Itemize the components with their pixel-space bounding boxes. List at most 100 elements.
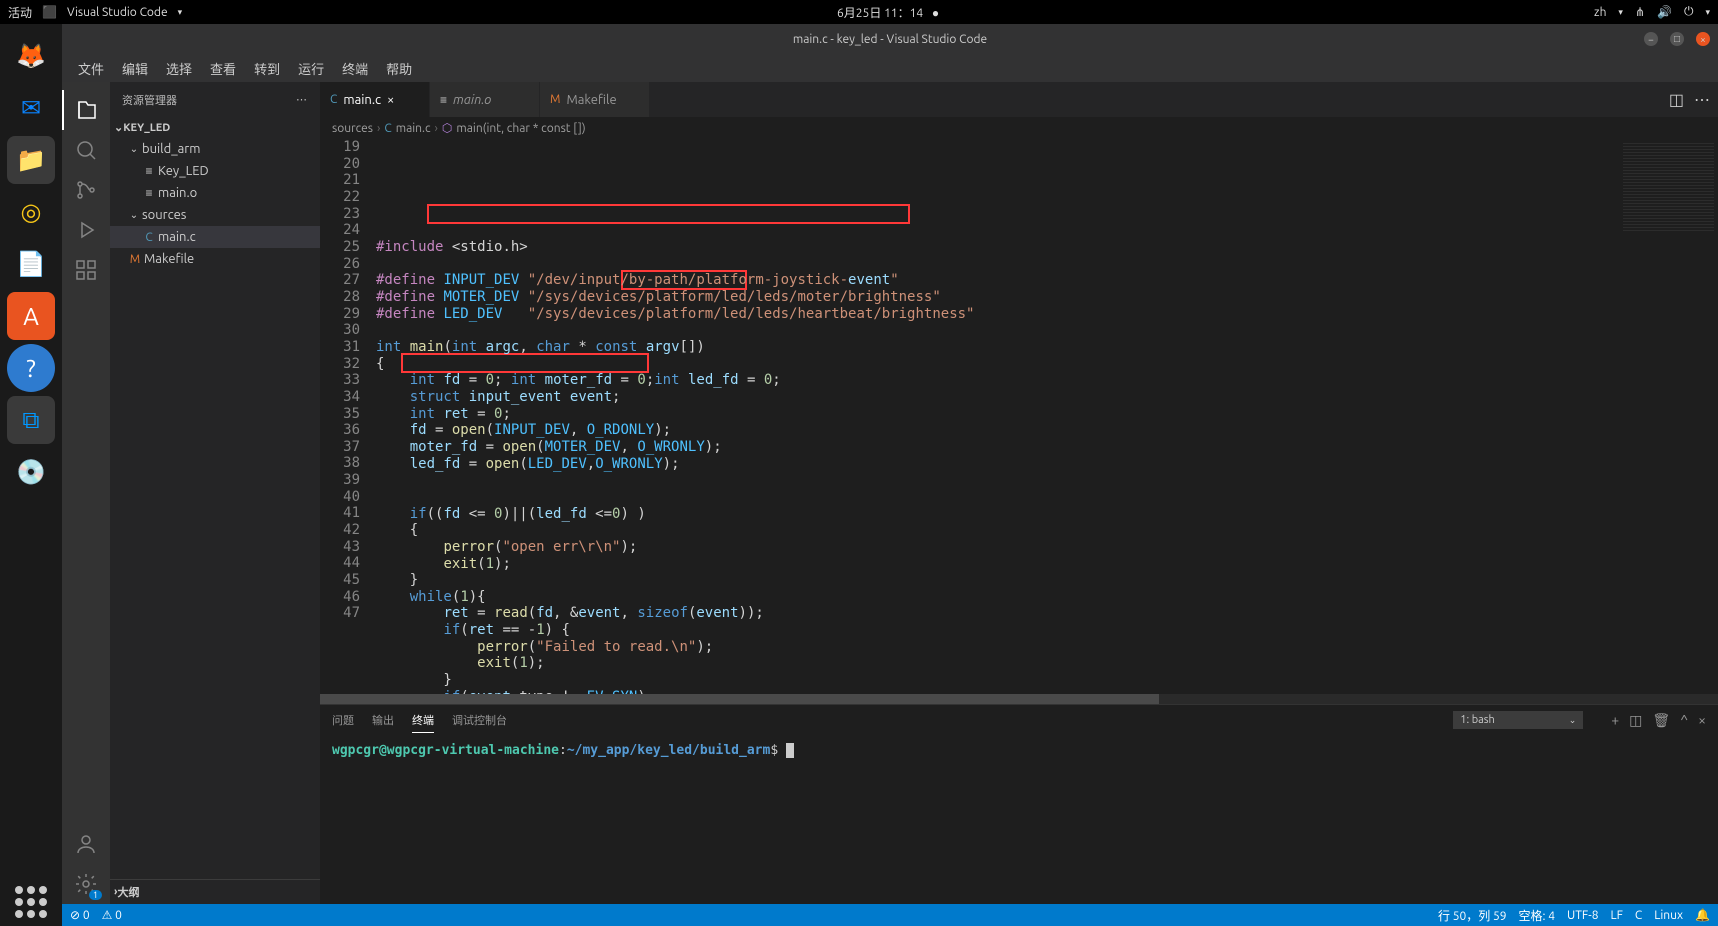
breadcrumb-folder[interactable]: sources xyxy=(332,122,373,135)
c-file-icon: C xyxy=(140,231,158,244)
input-method-label[interactable]: zh xyxy=(1594,6,1606,19)
explorer-icon[interactable] xyxy=(62,90,110,130)
makefile-icon: M xyxy=(550,93,560,106)
menu-selection[interactable]: 选择 xyxy=(158,57,200,80)
editor-tabs: C main.c × ≡ main.o × M Makefile × xyxy=(320,82,1718,117)
volume-icon[interactable]: 🔊 xyxy=(1657,5,1672,19)
breadcrumb-file[interactable]: main.c xyxy=(396,122,431,135)
chevron-down-icon: ⌄ xyxy=(126,143,142,155)
panel-tab-terminal[interactable]: 终端 xyxy=(412,708,434,733)
outline-section[interactable]: › 大纲 xyxy=(110,880,320,904)
tab-close-icon[interactable]: × xyxy=(387,93,403,107)
lang-dropdown-icon[interactable]: ▾ xyxy=(1618,7,1623,18)
tab-label: Makefile xyxy=(566,93,616,107)
sidebar-more-icon[interactable]: ⋯ xyxy=(296,93,308,106)
status-spaces[interactable]: 空格: 4 xyxy=(1519,907,1555,924)
root-label: KEY_LED xyxy=(123,122,170,134)
scrollbar-thumb[interactable] xyxy=(320,694,1159,704)
datetime-label[interactable]: 6月25日 11：14 xyxy=(837,7,923,20)
system-top-bar: 活动 ⬛ Visual Studio Code ▾ 6月25日 11：14 ● … xyxy=(0,0,1718,24)
terminal-content[interactable]: wgpcgr@wgpcgr-virtual-machine:~/my_app/k… xyxy=(320,735,1718,904)
status-os[interactable]: Linux xyxy=(1654,909,1683,922)
settings-icon[interactable]: 1 xyxy=(62,864,110,904)
search-icon[interactable] xyxy=(62,130,110,170)
file-main-c[interactable]: Cmain.c xyxy=(110,226,320,248)
tab-makefile[interactable]: M Makefile × xyxy=(540,82,650,117)
menu-help[interactable]: 帮助 xyxy=(378,57,420,80)
menu-file[interactable]: 文件 xyxy=(70,57,112,80)
sys-dropdown-icon[interactable]: ▾ xyxy=(1705,7,1710,18)
file-tree: ⌄build_arm ≡Key_LED ≡main.o ⌄sources Cma… xyxy=(110,138,320,879)
breadcrumb-symbol[interactable]: main(int, char * const []) xyxy=(456,122,585,135)
terminal-select[interactable]: 1: bash⌄ xyxy=(1453,711,1583,729)
menu-edit[interactable]: 编辑 xyxy=(114,57,156,80)
more-actions-icon[interactable]: ⋯ xyxy=(1694,90,1710,109)
line-numbers: 1920212223242526272829303132333435363738… xyxy=(320,139,376,694)
menu-run[interactable]: 运行 xyxy=(290,57,332,80)
file-makefile[interactable]: MMakefile xyxy=(110,248,320,270)
software-icon[interactable]: A xyxy=(7,292,55,340)
close-panel-icon[interactable]: × xyxy=(1698,712,1706,729)
chevron-down-icon: ⌄ xyxy=(114,121,123,134)
editor-area[interactable]: 1920212223242526272829303132333435363738… xyxy=(320,139,1718,694)
disc-icon[interactable]: 💿 xyxy=(7,448,55,496)
vscode-launcher-icon[interactable]: ⧉ xyxy=(7,396,55,444)
breadcrumb[interactable]: sources › C main.c › ⬡ main(int, char * … xyxy=(320,117,1718,139)
app-name-label[interactable]: Visual Studio Code xyxy=(67,6,168,19)
power-icon[interactable]: ⏻ xyxy=(1684,5,1694,19)
object-file-icon: ≡ xyxy=(140,186,158,200)
code-content[interactable]: #include <stdio.h>#define INPUT_DEV "/de… xyxy=(376,139,1618,694)
sidebar-header: 资源管理器 ⋯ xyxy=(110,82,320,117)
horizontal-scrollbar[interactable] xyxy=(320,694,1718,704)
menu-terminal[interactable]: 终端 xyxy=(334,57,376,80)
chevron-down-icon: ⌄ xyxy=(1569,715,1577,726)
tab-main-o[interactable]: ≡ main.o × xyxy=(430,82,540,117)
extensions-icon[interactable] xyxy=(62,250,110,290)
account-icon[interactable] xyxy=(62,824,110,864)
file-main-o[interactable]: ≡main.o xyxy=(110,182,320,204)
explorer-sidebar: 资源管理器 ⋯ ⌄ KEY_LED ⌄build_arm ≡Key_LED ≡m… xyxy=(110,82,320,904)
workspace-root[interactable]: ⌄ KEY_LED xyxy=(110,117,320,138)
thunderbird-icon[interactable]: ✉ xyxy=(7,84,55,132)
status-encoding[interactable]: UTF-8 xyxy=(1567,909,1598,922)
status-errors[interactable]: ⊘ 0 xyxy=(70,908,90,922)
trash-icon[interactable]: 🗑 xyxy=(1652,712,1670,729)
status-bar: ⊘ 0 ⚠ 0 行 50，列 59 空格: 4 UTF-8 LF C Linux… xyxy=(62,904,1718,926)
prompt-symbol: $ xyxy=(770,743,778,758)
folder-sources[interactable]: ⌄sources xyxy=(110,204,320,226)
maximize-panel-icon[interactable]: ^ xyxy=(1680,712,1688,729)
help-icon[interactable]: ? xyxy=(7,344,55,392)
panel-tab-problems[interactable]: 问题 xyxy=(332,708,354,732)
status-line-col[interactable]: 行 50，列 59 xyxy=(1438,907,1507,924)
scm-icon[interactable] xyxy=(62,170,110,210)
debug-icon[interactable] xyxy=(62,210,110,250)
folder-build-arm[interactable]: ⌄build_arm xyxy=(110,138,320,160)
panel-tab-debug[interactable]: 调试控制台 xyxy=(452,708,507,732)
status-lang[interactable]: C xyxy=(1635,909,1642,922)
file-key-led[interactable]: ≡Key_LED xyxy=(110,160,320,182)
menu-go[interactable]: 转到 xyxy=(246,57,288,80)
split-terminal-icon[interactable]: ◫ xyxy=(1629,712,1642,729)
terminal-cursor xyxy=(786,743,794,758)
panel-tab-output[interactable]: 输出 xyxy=(372,708,394,732)
maximize-button[interactable]: □ xyxy=(1670,32,1684,46)
network-icon[interactable]: ⋔ xyxy=(1635,5,1645,19)
menu-bar: 文件 编辑 选择 查看 转到 运行 终端 帮助 xyxy=(62,54,1718,82)
activities-label[interactable]: 活动 xyxy=(8,4,32,21)
files-icon[interactable]: 📁 xyxy=(7,136,55,184)
close-button[interactable]: × xyxy=(1696,32,1710,46)
status-bell-icon[interactable]: 🔔 xyxy=(1695,908,1710,922)
status-eol[interactable]: LF xyxy=(1610,909,1622,922)
makefile-icon: M xyxy=(126,253,144,266)
show-apps-button[interactable] xyxy=(7,878,55,926)
split-editor-icon[interactable]: ◫ xyxy=(1669,90,1684,109)
minimap[interactable] xyxy=(1618,139,1718,694)
writer-icon[interactable]: 📄 xyxy=(7,240,55,288)
firefox-icon[interactable]: 🦊 xyxy=(7,32,55,80)
menu-view[interactable]: 查看 xyxy=(202,57,244,80)
new-terminal-icon[interactable]: + xyxy=(1611,712,1619,729)
minimize-button[interactable]: − xyxy=(1644,32,1658,46)
tab-main-c[interactable]: C main.c × xyxy=(320,82,430,117)
status-warnings[interactable]: ⚠ 0 xyxy=(102,908,122,922)
rhythmbox-icon[interactable]: ◎ xyxy=(7,188,55,236)
